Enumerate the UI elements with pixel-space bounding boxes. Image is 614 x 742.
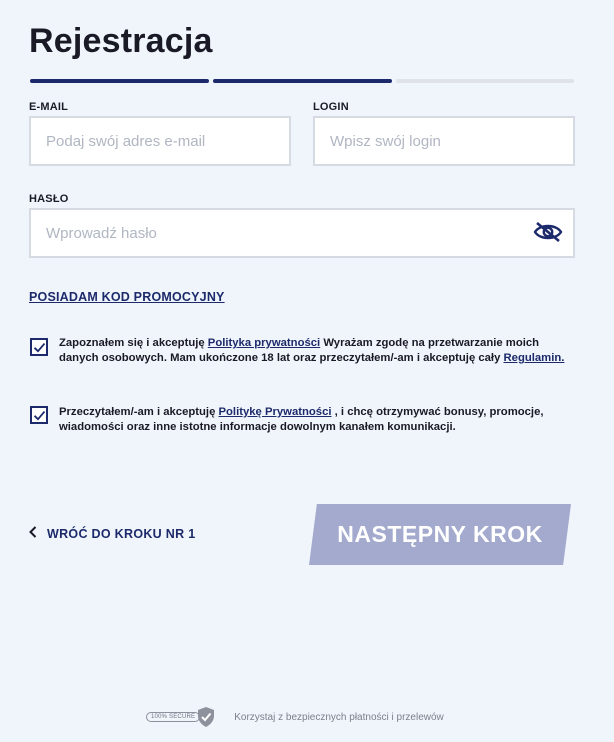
- password-placeholder: Wprowadź hasło: [46, 224, 157, 242]
- secure-badge-label: 100% SECURE: [146, 712, 201, 722]
- marketing-consent-text: Przeczytałem/-am i akceptuję Politykę Pr…: [59, 405, 579, 435]
- password-label: HASŁO: [29, 193, 69, 205]
- security-footer: 100% SECURE Korzystaj z bezpiecznych pła…: [146, 706, 444, 728]
- shield-check-icon: [198, 707, 215, 727]
- privacy-consent-text: Zapoznałem się i akceptuję Polityka pryw…: [59, 336, 579, 366]
- next-step-button[interactable]: NASTĘPNY KROK: [309, 504, 571, 565]
- chevron-left-icon: [29, 526, 37, 541]
- checkmark-icon: [33, 411, 46, 421]
- checkmark-icon: [33, 343, 46, 353]
- back-to-step-1-button[interactable]: WRÓĆ DO KROKU NR 1: [29, 526, 195, 541]
- footer-text: Korzystaj z bezpiecznych płatności i prz…: [234, 711, 444, 723]
- consent1-text-before: Zapoznałem się i akceptuję: [59, 337, 208, 349]
- hide-password-icon[interactable]: [533, 221, 563, 243]
- password-field[interactable]: Wprowadź hasło: [29, 208, 575, 258]
- privacy-policy-link[interactable]: Polityka prywatności: [208, 337, 320, 349]
- marketing-consent-checkbox[interactable]: [30, 406, 48, 424]
- page-title: Rejestracja: [29, 22, 213, 60]
- privacy-policy-link-2[interactable]: Politykę Prywatności: [219, 406, 332, 418]
- email-placeholder: Podaj swój adres e-mail: [46, 132, 206, 150]
- progress-step-3: [396, 79, 574, 83]
- promo-code-link[interactable]: POSIADAM KOD PROMOCYJNY: [29, 290, 225, 304]
- secure-badge: 100% SECURE: [146, 706, 216, 728]
- progress-step-1: [30, 79, 209, 83]
- email-label: E-MAIL: [29, 101, 69, 113]
- terms-link[interactable]: Regulamin.: [504, 352, 565, 364]
- progress-step-2: [213, 79, 392, 83]
- email-field[interactable]: Podaj swój adres e-mail: [29, 116, 291, 166]
- privacy-consent-checkbox[interactable]: [30, 338, 48, 356]
- consent2-text-before: Przeczytałem/-am i akceptuję: [59, 406, 219, 418]
- login-label: LOGIN: [313, 101, 349, 113]
- login-placeholder: Wpisz swój login: [330, 132, 441, 150]
- back-button-label: WRÓĆ DO KROKU NR 1: [47, 526, 196, 541]
- login-field[interactable]: Wpisz swój login: [313, 116, 575, 166]
